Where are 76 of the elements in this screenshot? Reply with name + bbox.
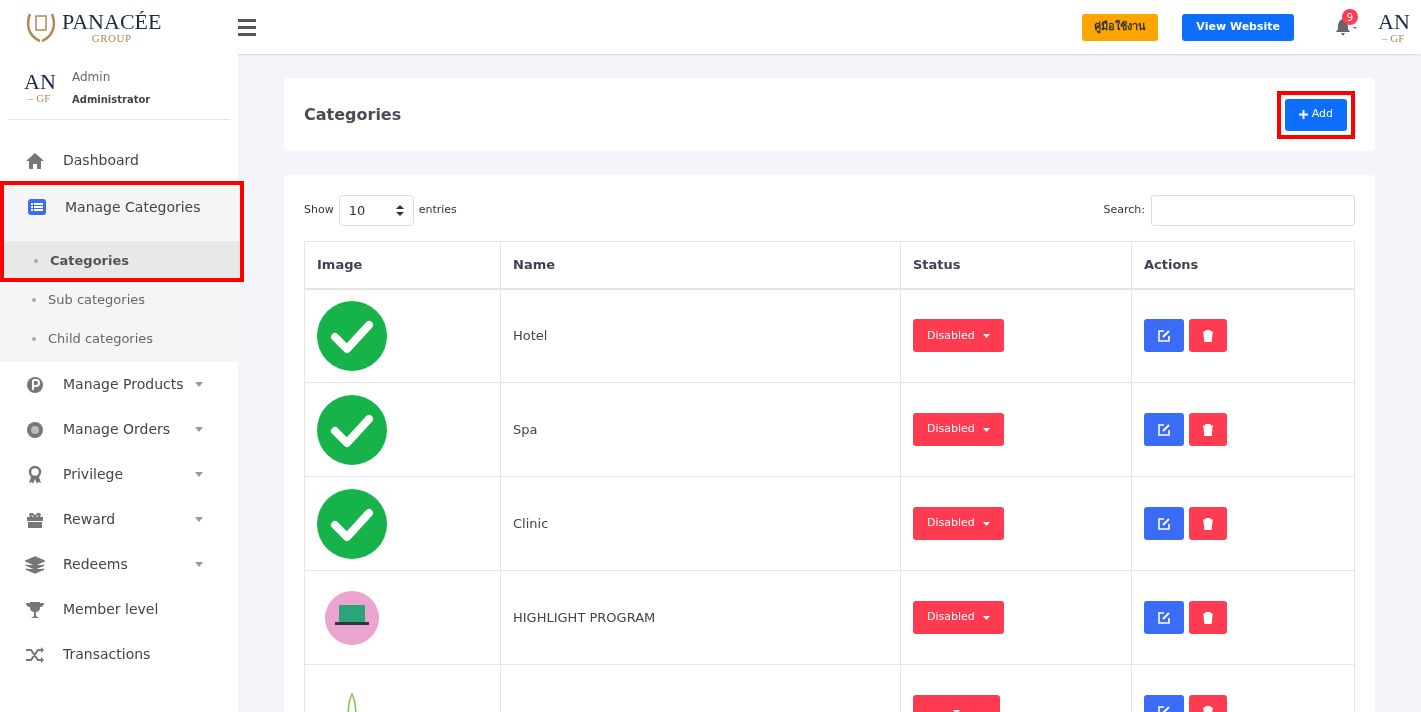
shuffle-icon bbox=[25, 644, 45, 665]
sidebar-item[interactable]: Transactions bbox=[0, 632, 238, 677]
caret-icon bbox=[982, 521, 990, 526]
manual-button[interactable]: คู่มือใช้งาน bbox=[1082, 13, 1159, 41]
show-label: Show bbox=[304, 202, 334, 219]
trash-icon bbox=[1203, 517, 1213, 530]
check-circle-icon bbox=[317, 488, 387, 559]
user-role: Administrator bbox=[72, 93, 151, 107]
trash-icon bbox=[1203, 329, 1213, 342]
sidebar-item[interactable]: Manage Products bbox=[0, 362, 238, 407]
caret-icon bbox=[982, 427, 990, 432]
sidebar-item[interactable]: Manage Categories bbox=[2, 183, 242, 231]
avatar-logo-text: AN bbox=[24, 71, 57, 93]
table-cell: HIGHLIGHT PROGRAM bbox=[500, 570, 901, 665]
sidebar-item[interactable]: Redeems bbox=[0, 542, 238, 587]
sidebar-item[interactable]: Privilege bbox=[0, 452, 238, 497]
entries-label: entries bbox=[418, 202, 457, 219]
user-name: Admin bbox=[72, 69, 112, 86]
status-dropdown[interactable]: Disabled bbox=[913, 601, 1004, 634]
layers-icon bbox=[25, 554, 45, 575]
delete-button[interactable] bbox=[1189, 507, 1227, 540]
delete-button[interactable] bbox=[1189, 413, 1227, 446]
column-header: Image bbox=[304, 241, 501, 289]
trash-icon bbox=[1203, 423, 1213, 436]
notification-count: 9 bbox=[1342, 9, 1358, 25]
edit-icon bbox=[1158, 329, 1170, 342]
table-cell: Hotel bbox=[500, 288, 901, 383]
view-website-button[interactable]: View Website bbox=[1182, 13, 1294, 41]
edit-button[interactable] bbox=[1144, 413, 1184, 446]
column-header: Actions bbox=[1131, 241, 1355, 289]
trophy-icon bbox=[25, 599, 45, 620]
table-cell: Clinic bbox=[500, 476, 901, 571]
sidebar-item[interactable]: Member level bbox=[0, 587, 238, 632]
edit-icon bbox=[1158, 517, 1170, 530]
laptop-circle-icon bbox=[325, 590, 379, 645]
edit-icon bbox=[1158, 423, 1170, 436]
trash-icon bbox=[1203, 611, 1213, 624]
edit-button[interactable] bbox=[1144, 319, 1184, 353]
home-icon bbox=[25, 150, 45, 171]
sidebar-item[interactable]: Manage Orders bbox=[0, 407, 238, 452]
edit-button[interactable] bbox=[1144, 601, 1184, 634]
avatar-logo-tagline: – GF bbox=[27, 93, 52, 104]
status-dropdown[interactable]: Disabled bbox=[913, 413, 1004, 446]
status-dropdown[interactable]: Disabled bbox=[913, 319, 1004, 353]
avatar-logo-text: AN bbox=[1378, 10, 1411, 33]
column-header: Name bbox=[500, 241, 901, 289]
delete-button[interactable] bbox=[1189, 601, 1227, 634]
caret-icon bbox=[982, 333, 990, 338]
column-header: Status bbox=[900, 241, 1132, 289]
caret-icon bbox=[953, 709, 960, 712]
search-label: Search: bbox=[1103, 202, 1145, 219]
search-field[interactable] bbox=[1151, 195, 1355, 226]
delete-button[interactable] bbox=[1189, 319, 1227, 353]
submenu-item[interactable]: Sub categories bbox=[0, 280, 238, 319]
page-size-select[interactable]: 10 bbox=[338, 195, 414, 226]
submenu-item[interactable]: Child categories bbox=[0, 319, 238, 358]
status-dropdown[interactable]: Disabled bbox=[913, 507, 1004, 540]
list-icon bbox=[27, 197, 47, 217]
check-circle-icon bbox=[317, 394, 387, 465]
logo-text: PANACÉE bbox=[62, 10, 162, 33]
p-coin-icon bbox=[25, 374, 45, 395]
edit-button[interactable] bbox=[1144, 507, 1184, 540]
caret-icon bbox=[982, 615, 990, 620]
page-title: Categories bbox=[304, 103, 402, 126]
check-circle-icon bbox=[317, 300, 387, 371]
submenu-item[interactable]: Categories bbox=[2, 241, 242, 280]
logo-tagline: GROUP bbox=[91, 32, 132, 44]
plus-icon bbox=[1298, 110, 1308, 119]
sidebar-item[interactable]: Reward bbox=[0, 497, 238, 542]
table-cell: Spa bbox=[500, 382, 901, 477]
add-button[interactable]: Add bbox=[1284, 98, 1347, 131]
edit-icon bbox=[1158, 611, 1170, 624]
sort-caret-icon bbox=[395, 205, 404, 216]
menu-icon[interactable] bbox=[238, 18, 256, 36]
sidebar-item[interactable]: Dashboard bbox=[0, 138, 238, 183]
avatar-logo-tagline: – GF bbox=[1381, 32, 1406, 44]
